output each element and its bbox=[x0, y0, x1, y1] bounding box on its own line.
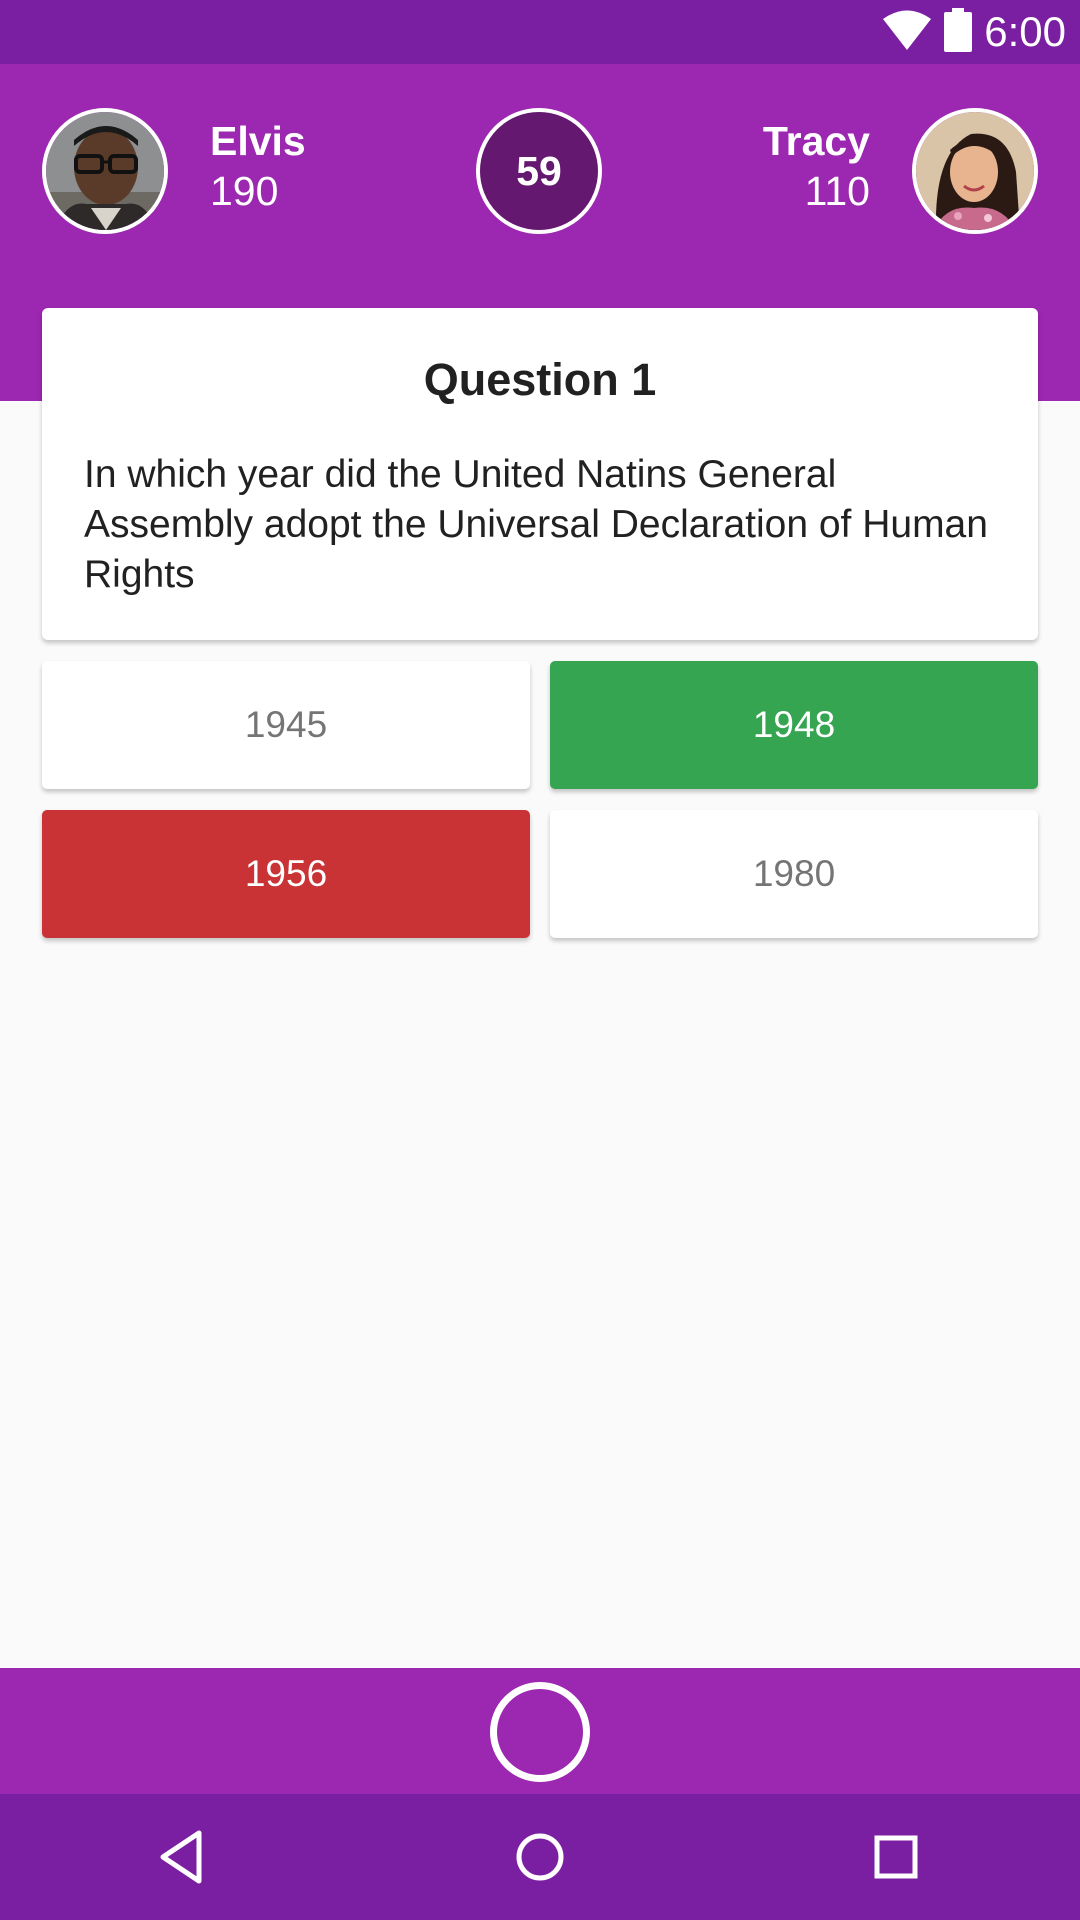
bottom-action-bar bbox=[0, 1668, 1080, 1794]
question-title: Question 1 bbox=[423, 354, 657, 405]
battery-icon bbox=[944, 7, 973, 57]
ring-button-icon[interactable] bbox=[490, 1682, 590, 1782]
back-icon[interactable] bbox=[155, 1827, 215, 1887]
player-score-right: 110 bbox=[804, 168, 870, 214]
answer-button-3-wrong[interactable]: 1956 bbox=[42, 810, 530, 938]
answer-button-2-correct[interactable]: 1948 bbox=[550, 661, 1038, 789]
wifi-icon bbox=[882, 10, 932, 55]
player-name-right: Tracy bbox=[762, 118, 870, 164]
player-score-left: 190 bbox=[210, 168, 279, 214]
countdown-timer: 59 bbox=[476, 108, 602, 234]
answer-button-1[interactable]: 1945 bbox=[42, 661, 530, 789]
home-icon[interactable] bbox=[510, 1827, 570, 1887]
recents-icon[interactable] bbox=[866, 1827, 926, 1887]
status-time: 6:00 bbox=[984, 8, 1066, 55]
status-icons: 6:00 bbox=[882, 0, 1066, 64]
status-bar: 6:00 bbox=[0, 0, 1080, 64]
avatar-elvis[interactable] bbox=[42, 108, 168, 234]
system-nav-bar bbox=[0, 1794, 1080, 1920]
question-text: In which year did the United Natins Gene… bbox=[84, 453, 988, 596]
answer-button-4[interactable]: 1980 bbox=[550, 810, 1038, 938]
player-name-left: Elvis bbox=[210, 118, 306, 164]
avatar-tracy[interactable] bbox=[912, 108, 1038, 234]
question-card: Question 1 In which year did the United … bbox=[42, 308, 1038, 640]
